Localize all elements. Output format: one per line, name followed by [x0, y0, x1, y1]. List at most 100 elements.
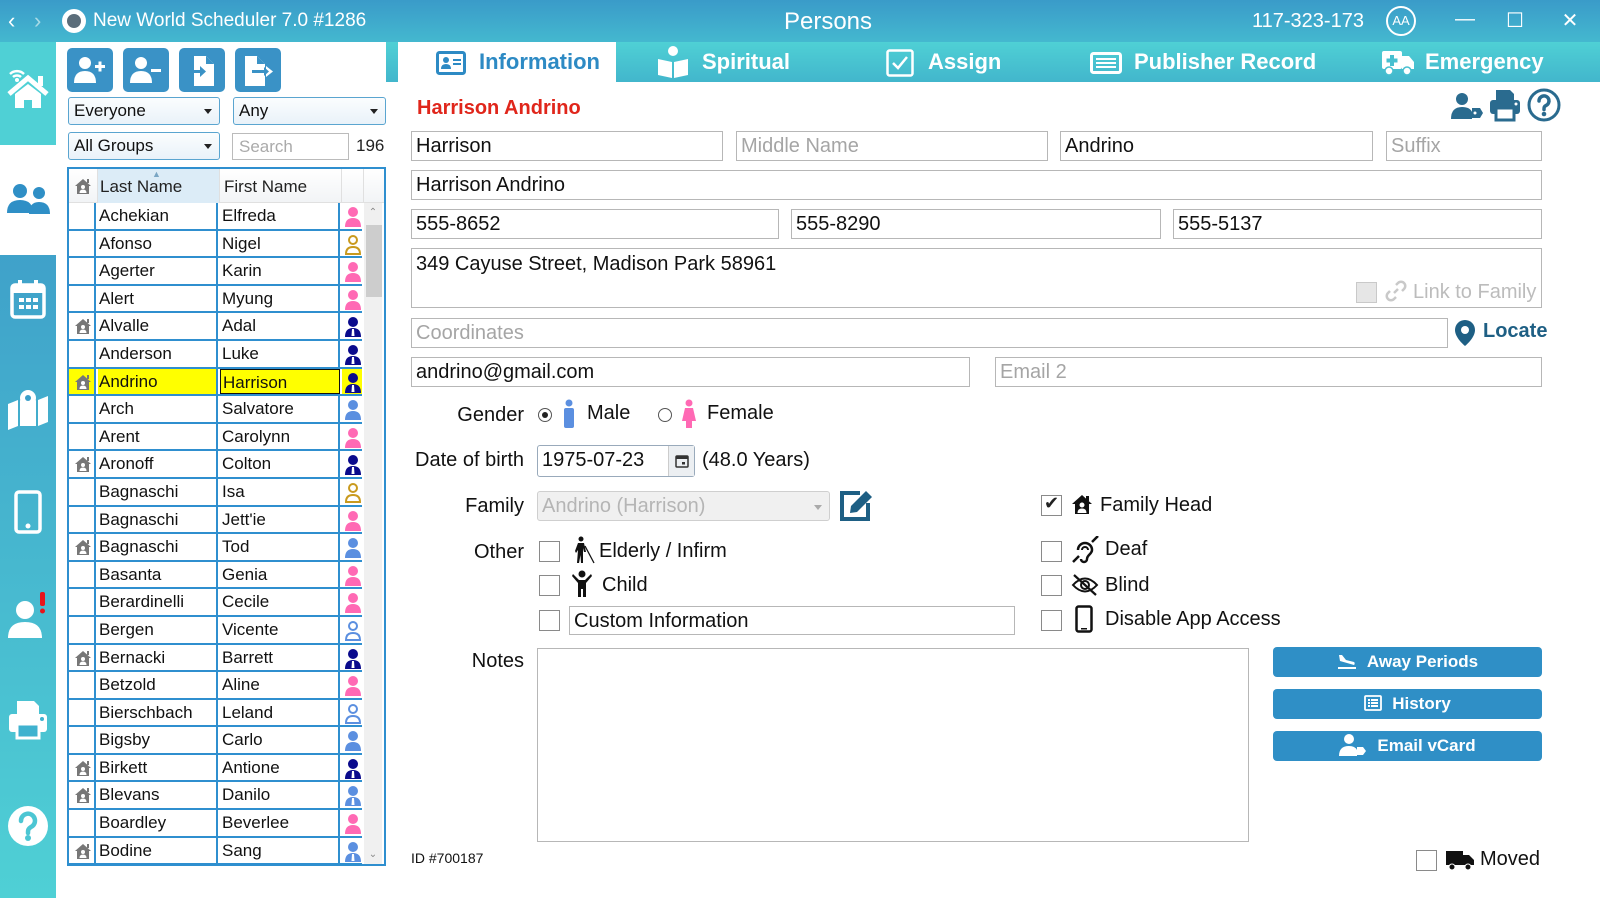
table-row[interactable]: Bierschbach Leland [69, 699, 362, 728]
first-name-cell[interactable]: Vicente [220, 616, 340, 643]
sidebar-item-help[interactable] [0, 804, 56, 853]
table-row[interactable]: Bagnaschi Isa [69, 478, 362, 507]
first-name-cell[interactable]: Harrison [220, 368, 340, 395]
phone3-field[interactable]: 555-5137 [1173, 209, 1542, 239]
gender-male-radio[interactable] [538, 408, 552, 422]
column-header-first-name[interactable]: First Name [220, 169, 342, 203]
table-row[interactable]: Blevans Danilo [69, 782, 362, 811]
add-person-button[interactable] [67, 48, 113, 92]
email-vcard-button[interactable]: Email vCard [1273, 731, 1542, 761]
sidebar-item-alerts[interactable] [0, 590, 56, 645]
last-name-cell[interactable]: Afonso [98, 230, 218, 257]
sidebar-item-print[interactable] [0, 698, 56, 747]
search-input[interactable] [232, 133, 349, 160]
tab-spiritual[interactable]: Spiritual [656, 42, 836, 82]
last-name-cell[interactable]: Bierschbach [98, 699, 218, 726]
middle-name-field[interactable]: Middle Name [736, 131, 1048, 161]
last-name-cell[interactable]: Bigsby [98, 727, 218, 753]
print-person-button[interactable] [1488, 88, 1522, 127]
gender-female-label[interactable]: Female [707, 402, 774, 425]
tab-assign[interactable]: Assign [886, 42, 1026, 82]
last-name-cell[interactable]: Birkett [98, 754, 218, 781]
audience-filter-dropdown[interactable]: Everyone [68, 97, 220, 125]
first-name-cell[interactable]: Elfreda [220, 203, 340, 229]
date-picker-button[interactable] [668, 446, 694, 476]
sidebar-item-persons[interactable] [0, 145, 56, 255]
table-row[interactable]: Anderson Luke [69, 340, 362, 369]
scrollbar-thumb[interactable] [366, 225, 382, 297]
table-row[interactable]: Arch Salvatore [69, 396, 362, 424]
first-name-cell[interactable]: Luke [220, 340, 340, 367]
maximize-button[interactable]: ☐ [1500, 8, 1530, 33]
last-name-cell[interactable]: Alvalle [98, 313, 218, 339]
child-checkbox[interactable] [539, 575, 560, 596]
table-row[interactable]: Alvalle Adal [69, 313, 362, 341]
sidebar-item-map[interactable] [0, 388, 56, 435]
gender-male-label[interactable]: Male [587, 402, 630, 425]
first-name-cell[interactable]: Nigel [220, 230, 340, 257]
phone1-field[interactable]: 555-8652 [411, 209, 779, 239]
table-row[interactable]: Agerter Karin [69, 258, 362, 286]
user-avatar[interactable]: AA [1386, 6, 1416, 36]
status-filter-dropdown[interactable]: Any [233, 97, 386, 125]
family-head-checkbox[interactable] [1041, 493, 1062, 516]
first-name-cell[interactable]: Beverlee [220, 810, 340, 836]
last-name-cell[interactable]: Bergen [98, 616, 218, 643]
first-name-cell[interactable]: Aline [220, 672, 340, 698]
column-header-family-head[interactable] [69, 169, 98, 203]
first-name-cell[interactable]: Antione [220, 754, 340, 781]
column-header-type[interactable] [342, 169, 364, 203]
table-row[interactable]: Bagnaschi Jett'ie [69, 506, 362, 535]
gender-female-radio[interactable] [658, 408, 672, 422]
last-name-cell[interactable]: Aronoff [98, 451, 218, 477]
tab-information[interactable]: Information [398, 42, 616, 82]
first-name-cell[interactable]: Leland [220, 699, 340, 726]
last-name-cell[interactable]: Betzold [98, 672, 218, 698]
last-name-cell[interactable]: Berardinelli [98, 589, 218, 615]
table-row[interactable]: Arent Carolynn [69, 423, 362, 452]
suffix-field[interactable]: Suffix [1386, 131, 1542, 161]
group-filter-dropdown[interactable]: All Groups [68, 132, 220, 160]
sidebar-item-calendar[interactable] [0, 278, 56, 325]
first-name-cell[interactable]: Jett'ie [220, 506, 340, 533]
first-name-cell[interactable]: Myung [220, 285, 340, 312]
remove-person-button[interactable] [123, 48, 169, 92]
table-row[interactable]: Afonso Nigel [69, 230, 362, 259]
table-row[interactable]: Aronoff Colton [69, 451, 362, 479]
family-dropdown[interactable]: Andrino (Harrison) [537, 491, 830, 521]
last-name-cell[interactable]: Agerter [98, 258, 218, 284]
scroll-up-arrow[interactable]: ⌃ [364, 207, 382, 218]
moved-checkbox[interactable] [1416, 850, 1437, 871]
last-name-cell[interactable]: Bagnaschi [98, 506, 218, 533]
last-name-cell[interactable]: Andrino [98, 368, 218, 395]
email1-field[interactable]: andrino@gmail.com [411, 357, 970, 387]
last-name-cell[interactable]: Bernacki [98, 644, 218, 671]
table-row[interactable]: Birkett Antione [69, 754, 362, 783]
table-row[interactable]: Bagnaschi Tod [69, 534, 362, 562]
export-button[interactable] [235, 48, 281, 92]
last-name-cell[interactable]: Boardley [98, 810, 218, 836]
first-name-cell[interactable]: Sang [220, 837, 340, 864]
import-button[interactable] [179, 48, 225, 92]
disable-app-checkbox[interactable] [1041, 610, 1062, 631]
first-name-cell[interactable]: Cecile [220, 589, 340, 615]
table-row[interactable]: Bergen Vicente [69, 616, 362, 645]
scroll-down-arrow[interactable]: ⌄ [364, 849, 382, 860]
first-name-field[interactable]: Harrison [411, 131, 723, 161]
deaf-checkbox[interactable] [1041, 541, 1062, 562]
first-name-cell[interactable]: Tod [220, 534, 340, 560]
tab-emergency[interactable]: Emergency [1381, 42, 1581, 82]
first-name-cell[interactable]: Colton [220, 451, 340, 477]
table-row[interactable]: Basanta Genia [69, 561, 362, 590]
last-name-cell[interactable]: Alert [98, 285, 218, 312]
help-button[interactable] [1527, 88, 1561, 127]
last-name-cell[interactable]: Basanta [98, 561, 218, 588]
table-row[interactable]: Achekian Elfreda [69, 203, 362, 231]
away-periods-button[interactable]: Away Periods [1273, 647, 1542, 677]
table-row[interactable]: Alert Myung [69, 285, 362, 314]
last-name-cell[interactable]: Anderson [98, 340, 218, 367]
last-name-field[interactable]: Andrino [1060, 131, 1373, 161]
dob-field[interactable]: 1975-07-23 [537, 445, 695, 477]
first-name-cell[interactable]: Barrett [220, 644, 340, 671]
edit-family-icon[interactable] [838, 489, 874, 523]
